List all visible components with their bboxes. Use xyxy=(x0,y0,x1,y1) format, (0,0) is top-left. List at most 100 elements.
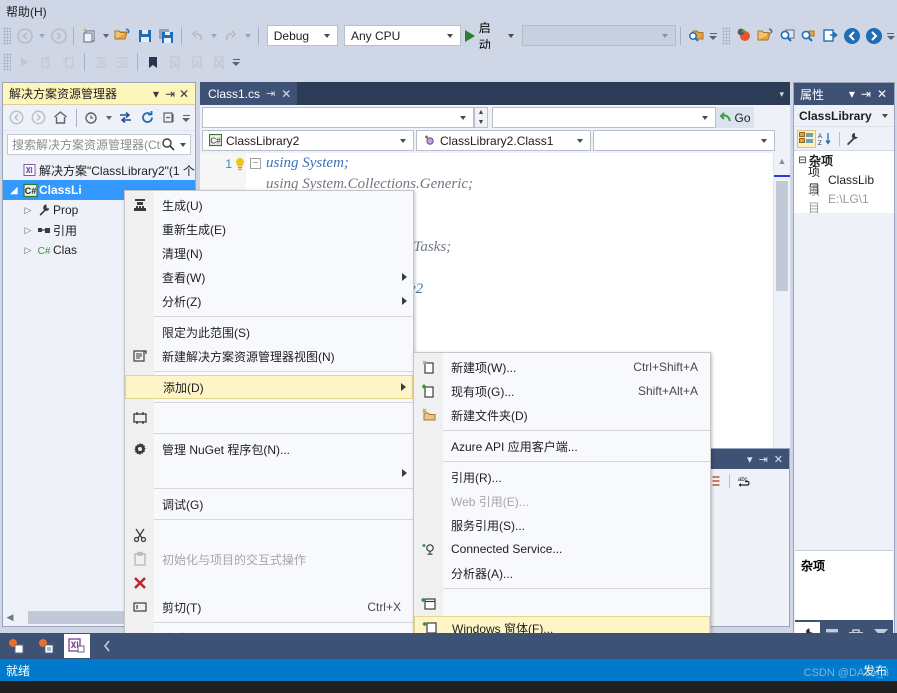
bug-icon[interactable] xyxy=(733,25,755,47)
expander-icon[interactable]: ▷ xyxy=(21,225,35,236)
back-dropdown-icon[interactable] xyxy=(38,33,45,38)
quick-find-icon[interactable] xyxy=(776,25,798,47)
submenu-item-existing-item[interactable]: 现有项(G)... Shift+Alt+A xyxy=(414,379,710,403)
submenu-item-analyzer[interactable]: 分析器(A)... xyxy=(414,561,710,585)
property-value[interactable]: E:\LG\1 xyxy=(828,192,894,206)
spin-up-icon[interactable]: ▲ xyxy=(475,108,487,118)
menu-item-add[interactable]: 添加(D) xyxy=(125,375,413,399)
chevron-down-icon[interactable]: ▾ xyxy=(846,87,858,101)
project-scope-combo[interactable]: C# ClassLibrary2 xyxy=(202,130,414,151)
redo-icon[interactable] xyxy=(220,25,242,47)
undo-icon[interactable] xyxy=(186,25,208,47)
submenu-item-reference[interactable]: 引用(R)... xyxy=(414,465,710,489)
pin-icon[interactable]: ⇥ xyxy=(858,87,874,101)
pin-icon[interactable]: ⇥ xyxy=(759,453,768,466)
nav-back-icon[interactable] xyxy=(6,107,28,129)
start-debug-button[interactable]: 启动 xyxy=(461,21,518,52)
toggle-bookmark-icon[interactable] xyxy=(142,51,164,73)
menu-item-manage-nuget[interactable] xyxy=(125,406,413,430)
property-value[interactable]: ClassLib xyxy=(828,173,894,187)
chevron-down-icon[interactable]: ▾ xyxy=(149,87,163,101)
submenu-item-windows-form[interactable] xyxy=(414,592,710,616)
menu-item-build[interactable]: 生成(U) xyxy=(125,193,413,217)
open-file-icon[interactable] xyxy=(112,25,134,47)
refresh-icon[interactable] xyxy=(136,107,158,129)
save-all-icon[interactable] xyxy=(156,25,178,47)
tray-tab-solution-explorer[interactable] xyxy=(64,634,90,658)
tray-tab-server-explorer[interactable] xyxy=(34,634,60,658)
chevron-down-icon[interactable] xyxy=(180,142,186,147)
nav-forward-icon[interactable] xyxy=(863,25,885,47)
submenu-item-connected-service[interactable]: Connected Service... xyxy=(414,537,710,561)
word-wrap-icon[interactable]: abc xyxy=(738,474,754,488)
properties-object-combo[interactable]: ClassLibrary xyxy=(794,105,894,127)
menu-item-cut[interactable] xyxy=(125,523,413,547)
toolbar-overflow-button[interactable] xyxy=(707,25,719,47)
fold-toggle-icon[interactable]: − xyxy=(250,158,261,169)
chevron-down-icon[interactable]: ▾ xyxy=(747,453,753,466)
pane-overflow-button[interactable] xyxy=(180,107,192,129)
expander-icon[interactable]: ▷ xyxy=(21,205,35,216)
chevron-down-icon[interactable] xyxy=(105,115,112,120)
submenu-item-new-item[interactable]: 新建项(W)... Ctrl+Shift+A xyxy=(414,355,710,379)
tab-overflow-chevron-icon[interactable]: ▾ xyxy=(779,89,784,100)
redo-dropdown-icon[interactable] xyxy=(244,33,251,38)
tray-tab-team-explorer[interactable] xyxy=(4,634,30,658)
menu-item-help[interactable]: 帮助(H) xyxy=(0,1,53,22)
open-folder-icon[interactable] xyxy=(755,25,777,47)
pending-changes-icon[interactable] xyxy=(81,107,103,129)
increase-indent-icon[interactable] xyxy=(111,51,133,73)
goto-definition-icon[interactable] xyxy=(820,25,842,47)
decrease-indent-icon[interactable] xyxy=(89,51,111,73)
type-scope-combo[interactable]: ClassLibrary2.Class1 xyxy=(416,130,591,151)
nav-forward-icon[interactable] xyxy=(28,107,50,129)
scroll-left-icon[interactable]: ◀ xyxy=(4,612,16,623)
tray-tab-more[interactable] xyxy=(94,634,120,658)
close-icon[interactable]: ✕ xyxy=(874,87,890,101)
categorized-view-icon[interactable] xyxy=(797,129,816,148)
pin-icon[interactable]: ⇥ xyxy=(266,87,275,100)
solution-configuration-combo[interactable]: Debug xyxy=(266,25,338,46)
clear-bookmarks-icon[interactable] xyxy=(208,51,230,73)
next-bookmark-icon[interactable] xyxy=(186,51,208,73)
close-icon[interactable]: ✕ xyxy=(177,87,191,101)
back-icon[interactable] xyxy=(14,25,36,47)
comment-selection-icon[interactable] xyxy=(36,51,58,73)
lightbulb-icon[interactable] xyxy=(234,157,250,171)
go-button[interactable]: Go xyxy=(716,107,754,128)
save-icon[interactable] xyxy=(134,25,156,47)
alphabetical-view-icon[interactable]: AZ xyxy=(818,132,834,146)
menu-item-analyze[interactable]: 分析(Z) xyxy=(125,289,413,313)
scroll-thumb[interactable] xyxy=(776,181,788,291)
expander-icon[interactable]: ▷ xyxy=(21,245,35,256)
new-project-dropdown-icon[interactable] xyxy=(103,33,110,38)
menu-item-scope-to-this[interactable]: 限定为此范围(S) xyxy=(125,320,413,344)
member-scope-combo[interactable] xyxy=(593,130,775,151)
search-icon[interactable] xyxy=(161,137,176,152)
toolbar-grip[interactable] xyxy=(721,26,730,45)
menu-item-new-solution-explorer-view[interactable]: 新建解决方案资源管理器视图(N) xyxy=(125,344,413,368)
close-icon[interactable]: ✕ xyxy=(774,453,783,466)
find-in-files-icon[interactable] xyxy=(685,25,707,47)
menu-item-initialize-interactive[interactable]: 调试(G) xyxy=(125,492,413,516)
collapse-all-icon[interactable] xyxy=(158,107,180,129)
home-icon[interactable] xyxy=(50,107,72,129)
pin-icon[interactable]: ⇥ xyxy=(163,87,177,101)
replace-combo[interactable] xyxy=(492,107,716,128)
debug-target-combo[interactable] xyxy=(522,25,677,46)
previous-bookmark-icon[interactable] xyxy=(164,51,186,73)
menu-item-view[interactable]: 查看(W) xyxy=(125,265,413,289)
new-project-icon[interactable] xyxy=(78,25,100,47)
toolbar-grip[interactable] xyxy=(3,26,11,45)
run-to-cursor-icon[interactable] xyxy=(14,51,36,73)
close-icon[interactable]: ✕ xyxy=(281,87,291,101)
submenu-item-azure-api-client[interactable]: Azure API 应用客户端... xyxy=(414,434,710,458)
menu-item-debug[interactable] xyxy=(125,461,413,485)
search-input[interactable]: 搜索解决方案资源管理器(Ctr xyxy=(7,134,191,155)
property-row[interactable]: 项目 E:\LG\1 xyxy=(794,184,894,215)
scroll-up-icon[interactable]: ▲ xyxy=(774,153,790,170)
submenu-item-service-reference[interactable]: 服务引用(S)... xyxy=(414,513,710,537)
toolbar-overflow-button[interactable] xyxy=(230,51,242,73)
find-symbol-icon[interactable] xyxy=(798,25,820,47)
uncomment-selection-icon[interactable] xyxy=(58,51,80,73)
